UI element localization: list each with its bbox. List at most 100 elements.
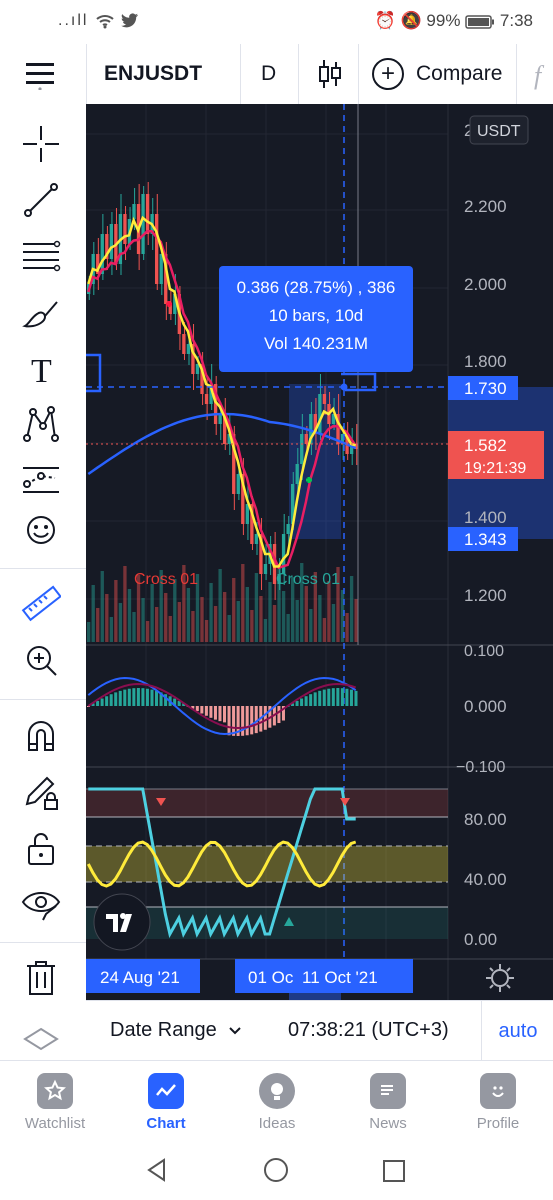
- svg-text:11 Oct '21: 11 Oct '21: [302, 968, 378, 987]
- pattern-icon: [23, 406, 59, 442]
- drawing-toolbar: T: [0, 104, 87, 1060]
- battery-icon: [465, 14, 495, 29]
- bottom-navigation: Watchlist Chart Ideas News Profile: [0, 1060, 553, 1141]
- indicators-button[interactable]: f: [532, 58, 553, 90]
- recents-icon[interactable]: [382, 1159, 406, 1183]
- smile-icon: [27, 516, 55, 544]
- battery-percent: 99%: [426, 11, 461, 30]
- plus-icon: +: [372, 58, 404, 90]
- price-label-1200: 1.200: [464, 586, 507, 605]
- bulb-icon: [259, 1073, 295, 1109]
- cross-label-red: Cross 01: [134, 571, 198, 588]
- nav-ideas[interactable]: Ideas: [222, 1069, 332, 1132]
- currency-label: USDT: [477, 123, 521, 140]
- osc-label-80: 80.00: [464, 810, 507, 829]
- star-icon: [37, 1073, 73, 1109]
- chart-toolbar: ENJUSDT D + Compare f: [0, 44, 553, 105]
- hamburger-icon: [26, 63, 54, 91]
- chart-icon: [148, 1073, 184, 1109]
- brush-icon: [22, 301, 58, 328]
- svg-text:1.343: 1.343: [464, 530, 507, 549]
- pattern-tool[interactable]: [18, 401, 64, 447]
- system-indicators: ⏰ 🔕 99% 7:38: [375, 11, 533, 31]
- fib-tool[interactable]: [18, 233, 64, 279]
- date-range-button[interactable]: Date Range: [110, 1019, 242, 1042]
- hide-drawings-tool[interactable]: [18, 881, 64, 927]
- price-label-2000: 2.000: [464, 275, 507, 294]
- nav-profile[interactable]: Profile: [443, 1069, 553, 1132]
- macd-label-bottom: −0.100: [456, 759, 505, 776]
- cross-label-green: Cross 01: [276, 571, 340, 588]
- magnet-icon: [28, 721, 54, 751]
- macd-label-top: 0.100: [464, 643, 504, 660]
- macd-histogram: [87, 688, 358, 736]
- layers-icon: [23, 1027, 59, 1051]
- alarm-icon: ⏰: [374, 11, 396, 30]
- fib-retracement-icon: [23, 240, 61, 272]
- emoji-tool[interactable]: [18, 507, 64, 553]
- zoom-tool[interactable]: [18, 637, 64, 683]
- forecast-tool[interactable]: [18, 457, 64, 503]
- ruler-icon: [21, 585, 61, 622]
- lock-drawings-tool[interactable]: [18, 769, 64, 815]
- clock-time: 7:38: [499, 11, 533, 30]
- forecast-icon: [23, 467, 59, 493]
- home-icon[interactable]: [263, 1157, 289, 1183]
- chart-type-button[interactable]: [318, 58, 342, 95]
- trendline-icon: [24, 183, 58, 217]
- compare-label: Compare: [416, 62, 503, 85]
- nav-watchlist[interactable]: Watchlist: [0, 1069, 110, 1132]
- object-tree-tool[interactable]: [18, 1026, 64, 1060]
- signal-icon: ..ıll: [58, 12, 89, 29]
- price-label-1400: 1.400: [464, 508, 507, 527]
- compare-button[interactable]: + Compare: [372, 57, 502, 91]
- chart-canvas[interactable]: Cross 01 Cross 01 2 2.200 2.000 1.800 1.…: [86, 104, 553, 1000]
- text-icon: T: [31, 353, 52, 388]
- price-label-1800: 1.800: [464, 352, 507, 371]
- date-range-bar: Date Range 07:38:21 (UTC+3) auto: [86, 1000, 553, 1061]
- smile-icon: [480, 1073, 516, 1109]
- svg-text:24 Aug '21: 24 Aug '21: [100, 968, 180, 987]
- nav-news[interactable]: News: [333, 1069, 443, 1132]
- macd-label-zero: 0.000: [464, 697, 507, 716]
- signal-indicators: ..ıll: [58, 12, 139, 30]
- back-icon[interactable]: [144, 1157, 170, 1183]
- eye-icon: [21, 892, 61, 921]
- magnet-tool[interactable]: [18, 713, 64, 759]
- svg-text:19:21:39: 19:21:39: [464, 460, 526, 477]
- timezone-clock[interactable]: 07:38:21 (UTC+3): [288, 1019, 449, 1042]
- measure-tool[interactable]: [18, 581, 64, 627]
- svg-text:1.582: 1.582: [464, 436, 507, 455]
- text-tool[interactable]: T: [18, 345, 64, 391]
- candles-icon: [319, 60, 341, 88]
- nav-chart[interactable]: Chart: [111, 1069, 221, 1132]
- fx-icon: f: [534, 61, 545, 90]
- crosshair-icon: [23, 126, 59, 162]
- unlock-tool[interactable]: [18, 825, 64, 871]
- svg-text:f: f: [534, 61, 545, 90]
- price-chart[interactable]: Cross 01 Cross 01 2 2.200 2.000 1.800 1.…: [86, 104, 553, 1000]
- brush-tool[interactable]: [18, 289, 64, 335]
- twitter-icon: [121, 13, 139, 28]
- osc-label-40: 40.00: [464, 870, 507, 889]
- crosshair-tool[interactable]: [18, 121, 64, 167]
- svg-text:1.730: 1.730: [464, 379, 507, 398]
- svg-text:T: T: [31, 353, 52, 388]
- price-label-2200: 2.200: [464, 197, 507, 216]
- trendline-tool[interactable]: [18, 177, 64, 223]
- auto-scale-button[interactable]: auto: [481, 1001, 553, 1061]
- status-bar: ..ıll ⏰ 🔕 99% 7:38: [0, 0, 553, 44]
- measure-volume: Vol 140.231M: [264, 334, 368, 353]
- menu-button[interactable]: [24, 60, 56, 91]
- svg-text:01 Oc: 01 Oc: [248, 968, 294, 987]
- measure-change: 0.386 (28.75%) , 386: [236, 278, 396, 297]
- mute-icon: 🔕: [400, 11, 422, 30]
- tradingview-logo: [93, 893, 151, 951]
- interval-button[interactable]: D: [261, 62, 276, 86]
- symbol-search-button[interactable]: ENJUSDT: [104, 62, 202, 86]
- trash-icon: [27, 961, 55, 995]
- wifi-icon: [96, 14, 114, 29]
- measure-bars: 10 bars, 10d: [268, 306, 364, 325]
- news-icon: [370, 1073, 406, 1109]
- delete-drawings-tool[interactable]: [18, 955, 64, 1001]
